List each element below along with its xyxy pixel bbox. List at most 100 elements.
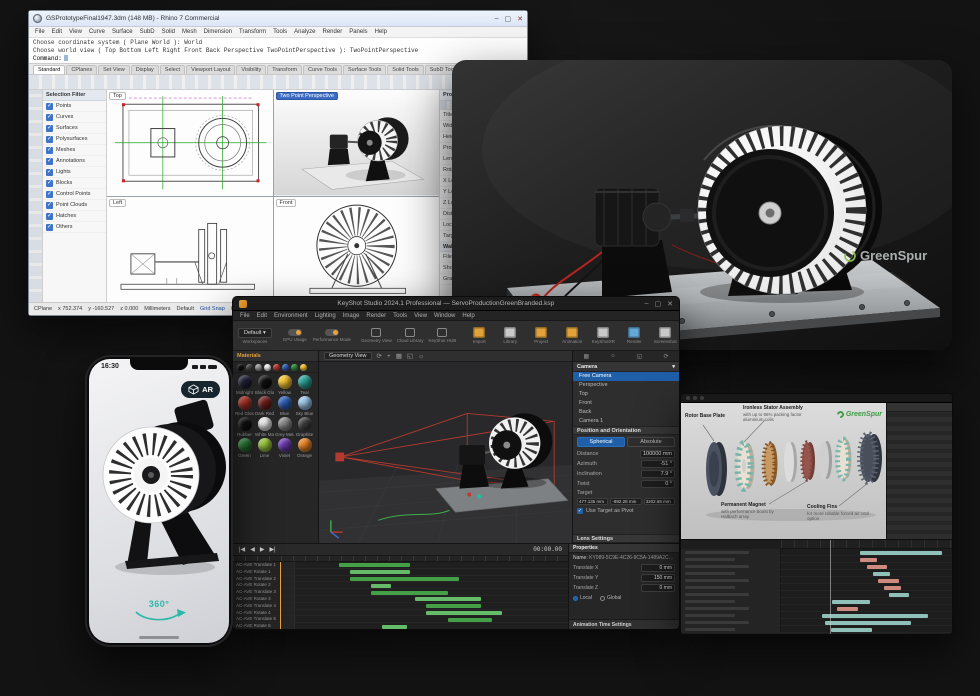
viewport-front[interactable]: Front	[273, 196, 439, 302]
timeline-layer-row[interactable]	[681, 556, 952, 563]
menu-item[interactable]: Mesh	[182, 29, 197, 35]
camera-list-item[interactable]: Camera 1	[573, 417, 679, 426]
animation-track-row[interactable]: AC-AVE Translate 3	[233, 589, 568, 596]
menu-item[interactable]: Tools	[273, 29, 287, 35]
timeline-layer-row[interactable]	[681, 591, 952, 598]
layer-name-cell[interactable]	[681, 584, 781, 590]
status-toggle[interactable]: Grid Snap	[200, 306, 225, 312]
radio-option[interactable]: Local	[573, 595, 592, 601]
color-swatch[interactable]	[264, 363, 271, 371]
camera-list-item[interactable]: Top	[573, 390, 679, 399]
menu-item[interactable]: File	[35, 29, 45, 35]
viewport-label-active[interactable]: Two Point Perspective	[275, 92, 338, 100]
layer-duration-bar[interactable]	[830, 627, 872, 632]
timeline-layer-row[interactable]	[681, 626, 952, 633]
toolbar-tab[interactable]: Visibility	[236, 65, 267, 74]
ae-titlebar[interactable]	[681, 394, 952, 403]
menu-item[interactable]: File	[240, 313, 250, 319]
orbit-icon[interactable]: ⟳	[377, 352, 382, 360]
material-swatch[interactable]: Blue	[275, 396, 294, 416]
project-tabs[interactable]: ▦ ☼ ◱ ⟳	[573, 351, 679, 362]
checkbox-icon[interactable]	[46, 212, 53, 220]
menu-item[interactable]: Image	[343, 313, 360, 319]
image-tab-icon[interactable]: ⟳	[663, 353, 668, 360]
viewport-label[interactable]: Front	[275, 198, 297, 207]
ribbon-button[interactable]: Render	[621, 327, 647, 344]
ribbon-button[interactable]: Animation	[559, 327, 585, 344]
material-swatch[interactable]: Yellow	[275, 375, 294, 395]
panel-header[interactable]	[887, 403, 952, 412]
scene-tab-icon[interactable]: ▦	[584, 353, 590, 360]
tool-button[interactable]: Cloud Library	[397, 328, 423, 343]
layer-name-cell[interactable]	[681, 577, 781, 583]
filter-row[interactable]: Blocks	[43, 178, 106, 189]
toolbar-tab[interactable]: Select	[159, 65, 186, 74]
animation-bar[interactable]	[371, 583, 391, 588]
section-header[interactable]: Animation Time Settings	[569, 619, 679, 629]
field-value-input[interactable]: 100000 mm	[639, 450, 675, 458]
animation-bar[interactable]	[349, 576, 459, 581]
3d-scene[interactable]	[319, 362, 572, 543]
animation-track-row[interactable]: AC-AVE Rotate 3	[233, 595, 568, 603]
timeline-layer-row[interactable]	[681, 605, 952, 612]
material-swatch[interactable]: Dark Red	[255, 396, 274, 416]
animation-track-row[interactable]: AC-AVE Translate 2	[233, 575, 568, 583]
ribbon-button[interactable]: Library	[497, 327, 523, 344]
minimize-icon[interactable]: –	[495, 15, 499, 23]
menu-item[interactable]: Panels	[349, 29, 367, 35]
menu-item[interactable]: Surface	[112, 29, 133, 35]
layer-duration-bar[interactable]	[883, 585, 901, 590]
filter-row[interactable]: Points	[43, 101, 106, 112]
menu-item[interactable]: Help	[462, 313, 474, 319]
animation-track-row[interactable]: AC-AVE Rotate 2	[233, 582, 568, 590]
filter-row[interactable]: Surfaces	[43, 123, 106, 134]
layer-name-cell[interactable]	[681, 612, 781, 618]
layer-name-cell[interactable]	[681, 570, 781, 576]
target-coordinate-input[interactable]: -892.28 mm	[610, 498, 642, 505]
material-swatch[interactable]: Rubber	[235, 417, 254, 437]
layer-duration-bar[interactable]	[878, 578, 899, 583]
toolbar-tab[interactable]: Solid Tools	[387, 65, 424, 74]
timeline-layer-row[interactable]	[681, 598, 952, 605]
material-swatch[interactable]: Grey Metal	[275, 417, 294, 437]
camera-list-item[interactable]: Back	[573, 408, 679, 417]
color-swatch[interactable]	[273, 363, 280, 371]
menu-item[interactable]: Tools	[393, 313, 407, 319]
checkbox-icon[interactable]	[46, 223, 53, 231]
camera-list-item[interactable]: Front	[573, 399, 679, 408]
grid-icon[interactable]: ▦	[396, 352, 402, 360]
tool-button[interactable]: KeyShot HUB	[428, 328, 456, 343]
rhino-titlebar[interactable]: GSPrototypeFinal1947.3dm (148 MB) - Rhin…	[29, 11, 527, 27]
menu-item[interactable]: View	[69, 29, 82, 35]
timeline-ruler[interactable]	[781, 540, 952, 549]
menu-item[interactable]: Dimension	[204, 29, 232, 35]
menu-item[interactable]: Render	[323, 29, 343, 35]
radio-option[interactable]: Global	[599, 595, 621, 601]
viewport-perspective[interactable]: Two Point Perspective	[273, 90, 439, 196]
effects-list[interactable]	[887, 412, 952, 539]
toolbar-tab[interactable]: Display	[130, 65, 159, 74]
camera-list-item[interactable]: Free Camera	[573, 372, 679, 381]
layer-duration-bar[interactable]	[822, 613, 929, 618]
animation-bar[interactable]	[338, 563, 410, 568]
toolbar-tab[interactable]: Standard	[33, 65, 66, 74]
maximize-icon[interactable]: ▢	[505, 15, 512, 23]
toolbar-tab[interactable]: Surface Tools	[343, 65, 387, 74]
minimize-icon[interactable]: –	[645, 300, 649, 308]
toolbar-tab[interactable]: Set View	[98, 65, 130, 74]
chevron-down-icon[interactable]: ▾	[672, 364, 675, 370]
keyshot-titlebar[interactable]: KeyShot Studio 2024.1 Professional — Ser…	[233, 297, 679, 311]
material-swatch[interactable]: Red Gloss	[235, 396, 254, 416]
camera-list-item[interactable]: Perspective	[573, 381, 679, 390]
layer-name-cell[interactable]	[681, 605, 781, 611]
layer-duration-bar[interactable]	[873, 571, 891, 576]
step-back-icon[interactable]: ◀	[250, 546, 255, 553]
material-swatch[interactable]: Violet	[275, 438, 294, 458]
material-swatch[interactable]: Black Gloss	[255, 375, 274, 395]
materials-tab[interactable]: Materials	[233, 351, 318, 362]
color-swatch[interactable]	[300, 363, 307, 371]
layer-name-cell[interactable]	[681, 563, 781, 569]
animation-track-row[interactable]: AC-AVE Translate 1	[233, 562, 568, 569]
composition-viewer[interactable]: Rotor Base Plate Ironless Stator Assembl…	[681, 403, 886, 539]
ribbon-button[interactable]: Import	[466, 327, 492, 344]
